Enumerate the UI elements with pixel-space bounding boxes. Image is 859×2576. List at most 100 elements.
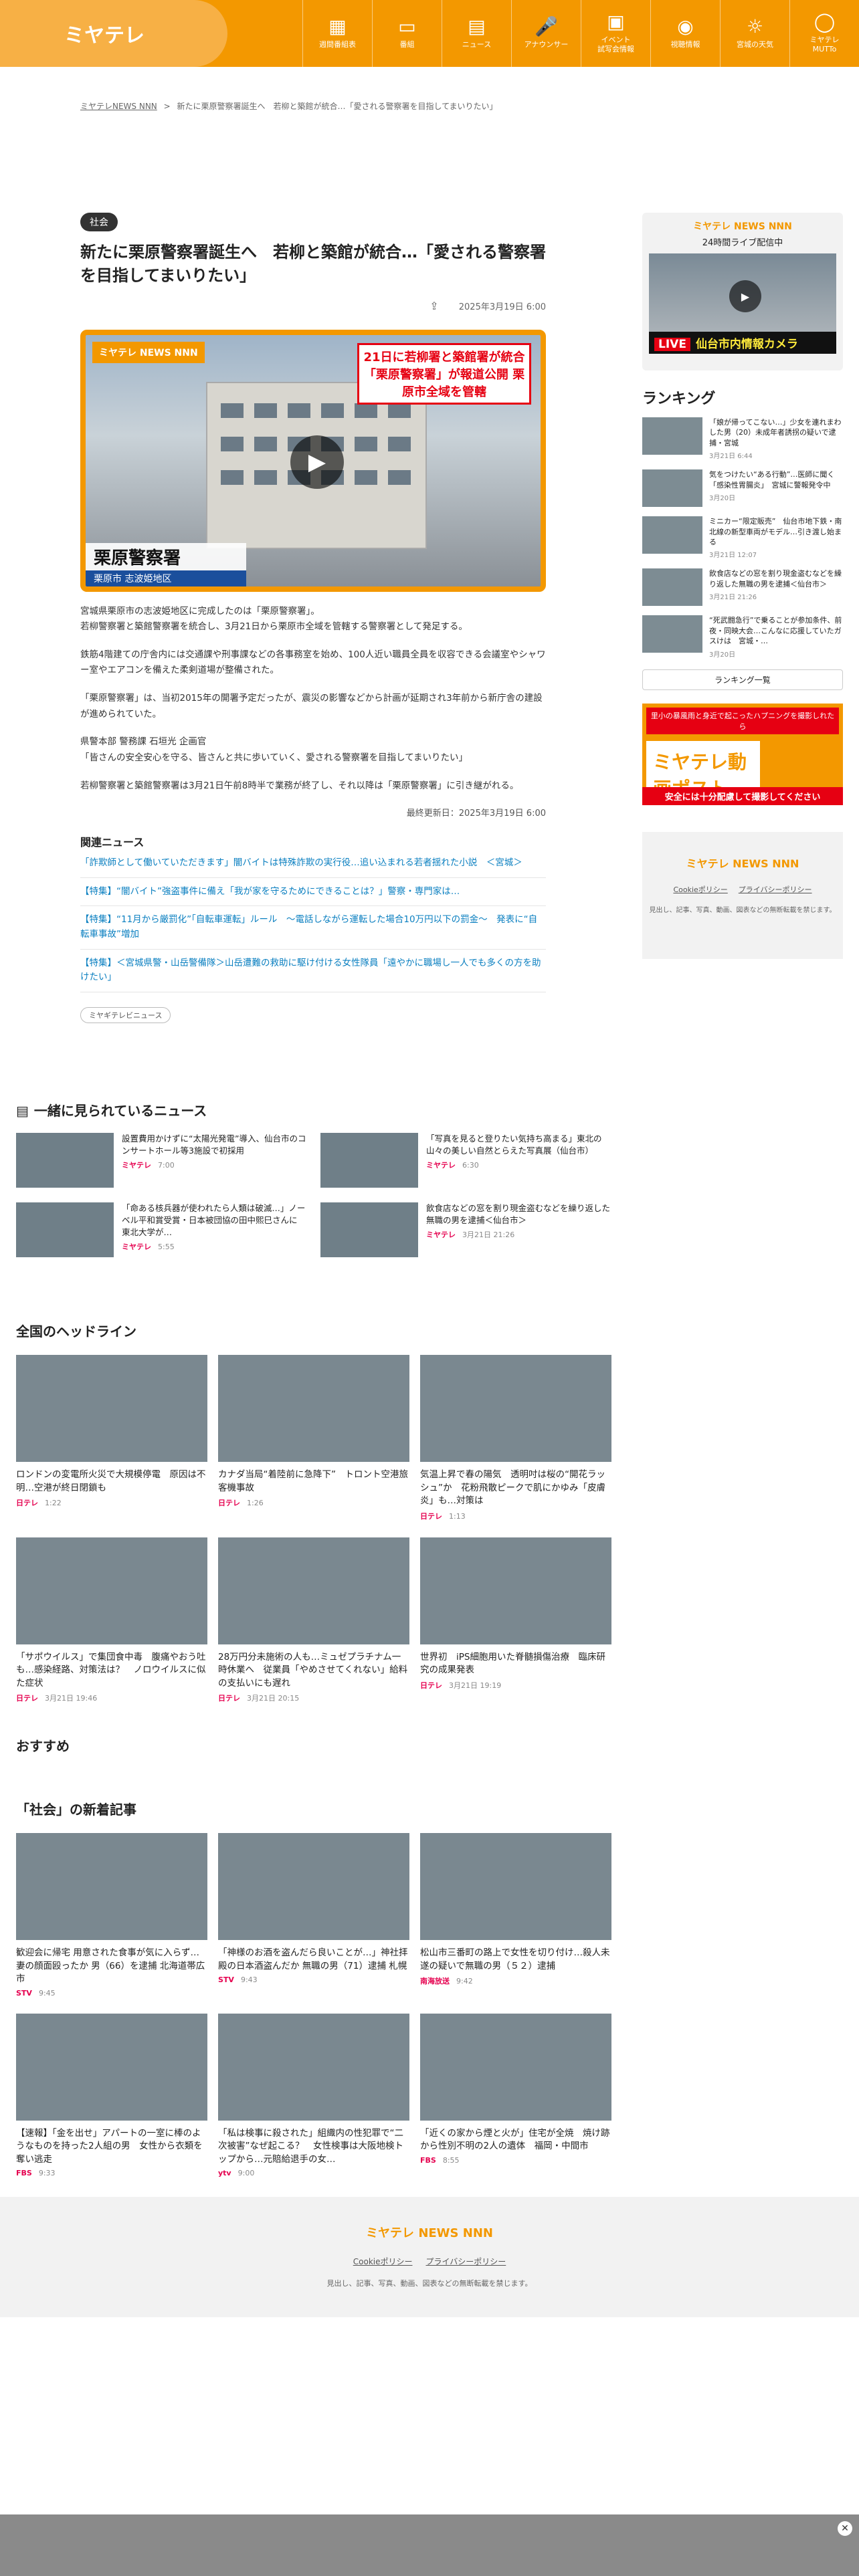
news-card[interactable]: 【速報】「金を出せ」アパートの一室に棒のようなものを持った2人組の男 女性から衣… <box>16 2013 207 2177</box>
ranking-title-text: 気をつけたい“ある行動”…医師に聞く「感染性胃腸炎」 宮城に警報発令中 <box>709 470 835 490</box>
news-card[interactable]: カナダ当局“着陸前に急降下” トロント空港旅客機事故 日テレ 1:26 <box>218 1355 409 1521</box>
ranking-text: 「娘が帰ってこない…」少女を連れまわした男（20）未成年者誘拐の疑いで逮捕・宮城… <box>709 417 843 460</box>
news-thumbnail <box>420 1355 611 1462</box>
headlines-grid: ロンドンの変電所火災で大規模停電 原因は不明…空港が終日閉鎖も 日テレ 1:22 カナ… <box>16 1355 611 1703</box>
news-date: 8:55 <box>442 2155 460 2165</box>
news-card[interactable]: 「サポウイルス」で集団食中毒 腹痛やおう吐も…感染経路、対策法は？ ノロウイルス… <box>16 1537 207 1704</box>
together-title-text: 「命ある核兵器が使われたら人類は破滅…」ノーベル平和賞受賞・日本被団協の田中熙巳… <box>122 1203 306 1238</box>
cookie-policy-link[interactable]: Cookieポリシー <box>673 885 727 894</box>
nav-item-0[interactable]: ▦ 週間番組表 <box>302 0 372 67</box>
news-title: カナダ当局“着陸前に急降下” トロント空港旅客機事故 <box>218 1469 408 1493</box>
news-card[interactable]: 気温上昇で春の陽気 透明吋は桜の“開花ラッシュ”か 花粉飛散ピークで肌にかゆみ「… <box>420 1355 611 1521</box>
together-title-text: 「写真を見ると登りたい気持ち高まる」東北の山々の美しい自然とらえた写真展（仙台市… <box>426 1134 602 1156</box>
nav-item-2[interactable]: ▤ ニュース <box>442 0 511 67</box>
ranking-text: “死武闘急行”で乗ることが参加条件、前夜・同映大会…こんなに応援していたガスけは… <box>709 615 843 658</box>
ranking-all-button[interactable]: ランキング一覧 <box>642 669 843 690</box>
recommend-title: おすすめ <box>16 1738 70 1754</box>
together-thumbnail <box>320 1202 418 1257</box>
play-icon[interactable]: ▶ <box>729 280 761 312</box>
news-date: 9:45 <box>38 1988 56 1998</box>
news-thumbnail <box>420 2013 611 2121</box>
ranking-date: 3月20日 <box>709 494 736 502</box>
news-card[interactable]: 「私は検事に殺された」組織内の性犯罪で“二次被害”なぜ起こる？ 女性検事は大阪地… <box>218 2013 409 2177</box>
live-logo: ミヤテレ NEWS NNN <box>693 221 792 232</box>
related-news-link[interactable]: 【特集】“闇バイト”強盗事件に備え「我が家を守るためにできることは？」警察・専門… <box>80 878 546 907</box>
source-label: ミヤテレ <box>122 1161 151 1170</box>
ranking-date: 3月21日 6:44 <box>709 453 753 461</box>
news-card[interactable]: 松山市三番町の路上で女性を切り付け…殺人未遂の疑いで無職の男（５２）逮捕 南海放送… <box>420 1833 611 1998</box>
news-card[interactable]: 「近くの家から煙と火が」住宅が全焼 焼け跡から性別不明の2人の遺体 福岡・中間市… <box>420 2013 611 2178</box>
live-stream-card[interactable]: ミヤテレ NEWS NNN 24時間ライブ配信中 ▶ LIVE 仙台市内情報カメラ <box>642 213 843 370</box>
nav-item-4[interactable]: ▣ イベント 試写会情報 <box>581 0 650 67</box>
nav-icon: ☼ <box>746 15 764 38</box>
source-label: ミヤテレ <box>426 1161 456 1170</box>
news-date: 9:42 <box>456 1977 473 1986</box>
share-icon[interactable]: ⇪ <box>430 300 438 312</box>
live-thumbnail[interactable]: ▶ LIVE 仙台市内情報カメラ <box>649 253 836 354</box>
together-title: ▤ 一緒に見られているニュース <box>16 1100 611 1119</box>
source-label: 日テレ <box>218 1499 240 1508</box>
category-badge[interactable]: 社会 <box>80 213 118 231</box>
ranking-item[interactable]: ミニカー“限定販売” 仙台市地下鉄・南北線の新型車両がモデル…引き渡し始まる 3月… <box>642 516 843 559</box>
source-label: STV <box>218 1975 234 1985</box>
nav-item-5[interactable]: ◉ 視聴情報 <box>650 0 720 67</box>
ranking-item[interactable]: “死武闘急行”で乗ることが参加条件、前夜・同映大会…こんなに応援していたガスけは… <box>642 615 843 659</box>
news-card[interactable]: 世界初 iPS細胞用いた脊髄損傷治療 臨床研究の成果発表 日テレ 3月21日 19:… <box>420 1537 611 1704</box>
news-date: 3月21日 20:15 <box>247 1694 300 1703</box>
source-label: ミヤテレ <box>426 1230 456 1240</box>
footer-cookie-policy-link[interactable]: Cookieポリシー <box>353 2257 413 2266</box>
sidebar-footer-logo[interactable]: ミヤテレ NEWS NNN <box>642 855 843 871</box>
news-meta: 日テレ 3月21日 19:46 <box>16 1693 207 1703</box>
nav-item-6[interactable]: ☼ 宮城の天気 <box>720 0 789 67</box>
live-bar: LIVE 仙台市内情報カメラ <box>649 332 836 354</box>
ranking-item[interactable]: 飲食店などの窓を割り現金盗むなどを繰り返した無職の男を逮捕＜仙台市＞ 3月21日 … <box>642 568 843 607</box>
nav-icon: ▭ <box>398 15 416 38</box>
breadcrumb-current: 新たに栗原警察署誕生へ 若柳と築館が統合…「愛される警察署を目指してまいりたい」 <box>177 102 498 111</box>
news-card[interactable]: 28万円分未施術の人も…ミュゼプラチナム一時休業へ 従業員「やめさせてくれない」… <box>218 1537 409 1704</box>
news-card[interactable]: 歓迎会に帰宅 用意された食事が気に入らず…妻の顔面殴ったか 男（66）を逮捕 北… <box>16 1833 207 1998</box>
nav-item-1[interactable]: ▭ 番組 <box>372 0 442 67</box>
ranking-date: 3月21日 21:26 <box>709 594 757 602</box>
video-player[interactable]: ミヤテレ NEWS NNN 21日に若柳署と築館署が統合「栗原警察署」が報道公開… <box>80 329 546 592</box>
breadcrumb-separator: > <box>163 102 171 111</box>
news-date: 9:43 <box>240 1975 258 1985</box>
together-list: 設置費用かけずに“太陽光発電”導入、仙台市のコンサートホール等3施設で初採用 ミヤ… <box>16 1133 611 1257</box>
news-thumbnail <box>16 1537 207 1644</box>
source-label: 日テレ <box>16 1499 38 1508</box>
breadcrumb-home[interactable]: ミヤテレNEWS NNN <box>80 102 157 111</box>
footer-privacy-policy-link[interactable]: プライバシーポリシー <box>425 2257 506 2266</box>
news-title: 世界初 iPS細胞用いた脊髄損傷治療 臨床研究の成果発表 <box>420 1651 605 1676</box>
article-date: 2025年3月19日 6:00 <box>458 302 546 312</box>
article-paragraph: 「栗原警察署」は、当初2015年の開署予定だったが、震災の影響などから計画が延期… <box>80 693 543 720</box>
play-icon[interactable]: ▶ <box>290 435 344 489</box>
ranking-title-text: 「娘が帰ってこない…」少女を連れまわした男（20）未成年者誘拐の疑いで逮捕・宮城 <box>709 418 842 447</box>
close-icon[interactable]: ✕ <box>838 2521 852 2536</box>
related-news-link[interactable]: 【特集】＜宮城県警・山岳警備隊＞山岳遭難の救助に駆け付ける女性隊員「遠やかに職場… <box>80 950 546 992</box>
ranking-thumbnail <box>642 469 702 508</box>
footer-logo[interactable]: ミヤテレ NEWS NNN <box>0 2224 859 2241</box>
news-title: 気温上昇で春の陽気 透明吋は桜の“開花ラッシュ”か 花粉飛散ピークで肌にかゆみ「… <box>420 1469 605 1507</box>
related-news-link[interactable]: 「詐欺師として働いていただきます」闇バイトは特殊詐欺の実行役…追い込まれる若者揺… <box>80 849 546 878</box>
related-news-link[interactable]: 【特集】“11月から厳罰化”「自転車運転」ルール ～電話しながら運転した場合10… <box>80 906 546 950</box>
together-text: 設置費用かけずに“太陽光発電”導入、仙台市のコンサートホール等3施設で初採用 ミヤ… <box>122 1133 307 1188</box>
news-card[interactable]: ロンドンの変電所火災で大規模停電 原因は不明…空港が終日閉鎖も 日テレ 1:22 <box>16 1355 207 1521</box>
news-card[interactable]: 「神様のお酒を盗んだら良いことが…」神社拝殿の日本酒盗んだか 無職の男（71）逮… <box>218 1833 409 1998</box>
news-meta: 日テレ 1:22 <box>16 1497 207 1508</box>
news-thumbnail <box>16 1833 207 1940</box>
ranking-item[interactable]: 「娘が帰ってこない…」少女を連れまわした男（20）未成年者誘拐の疑いで逮捕・宮城… <box>642 417 843 460</box>
together-item[interactable]: 飲食店などの窓を割り現金盗むなどを繰り返した無職の男を逮捕＜仙台市＞ ミヤテレ 3月… <box>320 1202 611 1257</box>
site-logo[interactable]: ミヤテレ <box>0 0 227 67</box>
together-item[interactable]: 「命ある核兵器が使われたら人類は破滅…」ノーベル平和賞受賞・日本被団協の田中熙巳… <box>16 1202 307 1257</box>
recommend-section: おすすめ <box>16 1735 611 1755</box>
ranking-item[interactable]: 気をつけたい“ある行動”…医師に聞く「感染性胃腸炎」 宮城に警報発令中 3月20日 <box>642 469 843 508</box>
together-item[interactable]: 設置費用かけずに“太陽光発電”導入、仙台市のコンサートホール等3施設で初採用 ミヤ… <box>16 1133 307 1188</box>
nav-icon: ▤ <box>468 15 486 38</box>
nav-item-7[interactable]: ◯ ミヤテレ MUTTo <box>789 0 859 67</box>
nav-item-3[interactable]: 🎤 アナウンサー <box>511 0 581 67</box>
privacy-policy-link[interactable]: プライバシーポリシー <box>739 885 812 894</box>
source-badge[interactable]: ミヤギテレビニュース <box>80 1006 171 1023</box>
video-post-banner[interactable]: 里小の暴風雨と身近で起こったハプニングを撮影しれたら ミヤテレ動画ポスト 安全に… <box>642 703 843 808</box>
together-date: 7:00 <box>158 1161 175 1170</box>
video-caption: 栗原警察署 栗原市 志波姫地区 <box>86 542 246 586</box>
together-item[interactable]: 「写真を見ると登りたい気持ち高まる」東北の山々の美しい自然とらえた写真展（仙台市… <box>320 1133 611 1188</box>
